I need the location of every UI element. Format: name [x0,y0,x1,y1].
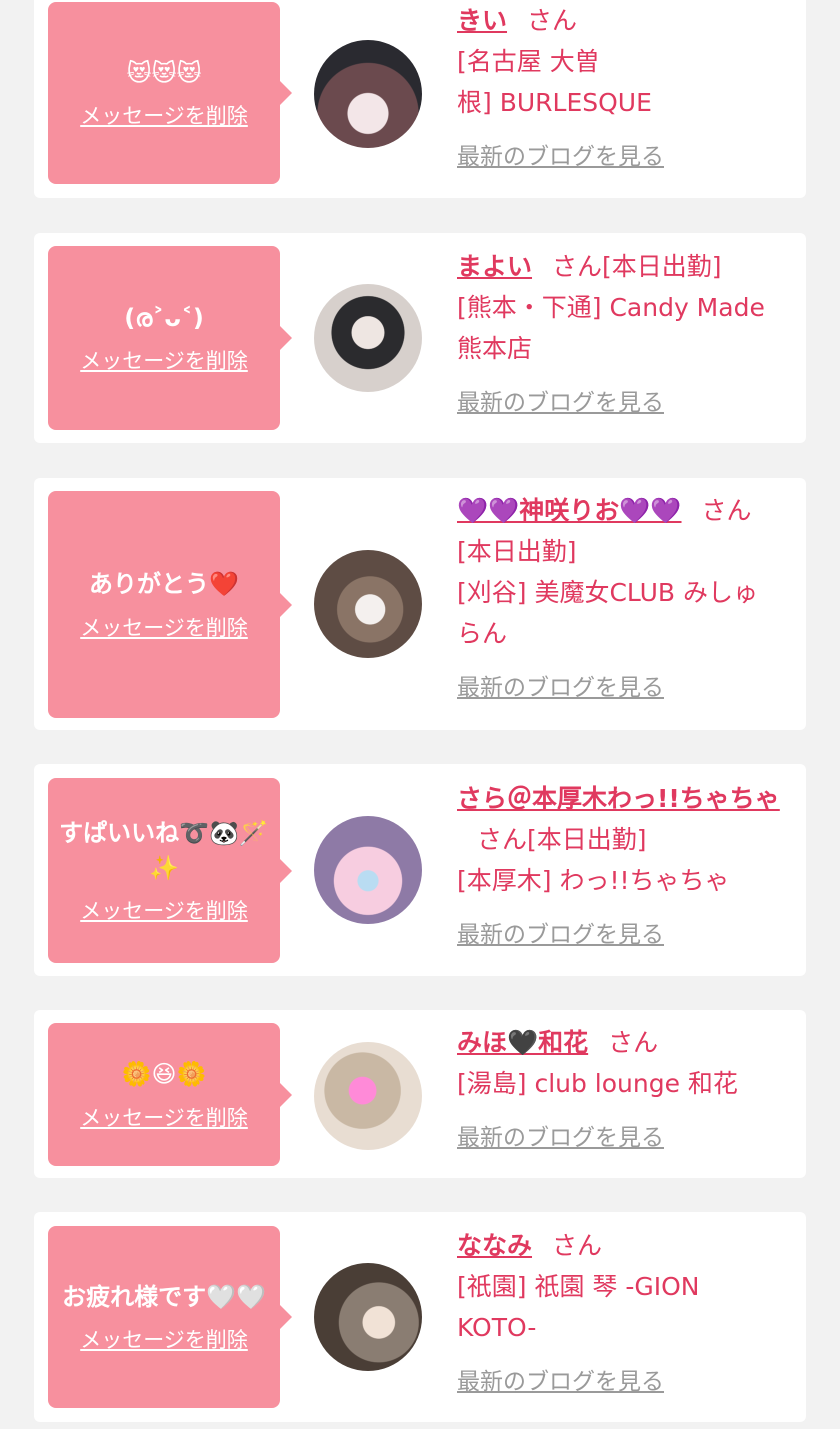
shop-line: 根] BURLESQUE [457,88,652,117]
message-bubble: すぱいいね➰🐼🪄✨ メッセージを削除 [48,778,292,963]
cast-name-link[interactable]: ななみ [457,1231,532,1260]
message-bubble: お疲れ様です🤍🤍 メッセージを削除 [48,1226,292,1408]
cast-info: さら＠本厚木わっ!!ちゃちゃさん[本日出勤] [本厚木] わっ!!ちゃちゃ 最新… [457,778,802,956]
honorific: さん [527,6,578,35]
honorific: さん[本日出勤] [552,252,722,281]
cast-info: まよい さん[本日出勤] [熊本・下通] Candy Made 熊本店 最新のブロ… [457,246,802,424]
avatar[interactable] [314,1042,422,1150]
message-bubble: ありがとう❤️ メッセージを削除 [48,491,292,718]
shop-line: [本日出勤] [457,537,577,566]
avatar[interactable] [314,550,422,658]
shop-line: [名古屋 大曽 [457,47,600,76]
cast-info: みほ🖤和花 さん [湯島] club lounge 和花 最新のブログを見る [457,1022,802,1159]
message-text: (ര˃ᴗ˂) [124,303,204,332]
delete-message-link[interactable]: メッセージを削除 [80,345,248,375]
message-card: ありがとう❤️ メッセージを削除 💜💜神咲りお💜💜 さん [本日出勤] [刈谷] … [34,478,806,730]
message-card: すぱいいね➰🐼🪄✨ メッセージを削除 さら＠本厚木わっ!!ちゃちゃさん[本日出勤… [34,764,806,976]
cast-info: ななみ さん [祇園] 祇園 琴 -GION KOTO- 最新のブログを見る [457,1225,802,1403]
honorific: さん [608,1028,659,1057]
shop-line: 熊本店 [457,334,533,363]
view-latest-blog-link[interactable]: 最新のブログを見る [457,915,664,956]
message-bubble: (ര˃ᴗ˂) メッセージを削除 [48,246,292,430]
cast-name-link[interactable]: さら＠本厚木わっ!!ちゃちゃ [457,784,780,813]
honorific: さん[本日出勤] [477,825,647,854]
message-text: ありがとう❤️ [89,570,239,599]
delete-message-link[interactable]: メッセージを削除 [80,100,248,130]
message-bubble: 😻😻😻 メッセージを削除 [48,2,292,184]
view-latest-blog-link[interactable]: 最新のブログを見る [457,137,664,178]
message-text: すぱいいね➰🐼🪄✨ [59,818,269,882]
message-card: (ര˃ᴗ˂) メッセージを削除 まよい さん[本日出勤] [熊本・下通] Cand… [34,233,806,443]
avatar[interactable] [314,40,422,148]
cast-info: きい さん [名古屋 大曽 根] BURLESQUE 最新のブログを見る [457,0,802,178]
view-latest-blog-link[interactable]: 最新のブログを見る [457,1362,664,1403]
delete-message-link[interactable]: メッセージを削除 [80,612,248,642]
honorific: さん [701,496,752,525]
shop-line: [刈谷] 美魔女CLUB みしゅ [457,578,758,607]
message-card: 😻😻😻 メッセージを削除 きい さん [名古屋 大曽 根] BURLESQUE 最… [34,0,806,198]
view-latest-blog-link[interactable]: 最新のブログを見る [457,1118,664,1159]
message-bubble: 🌼😆🌼 メッセージを削除 [48,1023,292,1166]
honorific: さん [552,1231,603,1260]
cast-name-link[interactable]: きい [457,6,507,35]
shop-line: [祇園] 祇園 琴 -GION [457,1272,700,1301]
view-latest-blog-link[interactable]: 最新のブログを見る [457,383,664,424]
delete-message-link[interactable]: メッセージを削除 [80,1102,248,1132]
shop-line: らん [457,619,508,648]
message-text: お疲れ様です🤍🤍 [62,1282,266,1311]
avatar[interactable] [314,284,422,392]
delete-message-link[interactable]: メッセージを削除 [80,895,248,925]
shop-line: KOTO- [457,1313,537,1342]
cast-name-link[interactable]: まよい [457,252,532,281]
delete-message-link[interactable]: メッセージを削除 [80,1324,248,1354]
avatar[interactable] [314,816,422,924]
message-card: 🌼😆🌼 メッセージを削除 みほ🖤和花 さん [湯島] club lounge 和花… [34,1010,806,1178]
view-latest-blog-link[interactable]: 最新のブログを見る [457,668,664,709]
avatar[interactable] [314,1263,422,1371]
shop-line: [本厚木] わっ!!ちゃちゃ [457,866,730,895]
message-card: お疲れ様です🤍🤍 メッセージを削除 ななみ さん [祇園] 祇園 琴 -GION … [34,1212,806,1422]
message-text: 😻😻😻 [126,58,202,87]
shop-line: [熊本・下通] Candy Made [457,293,765,322]
shop-line: [湯島] club lounge 和花 [457,1069,738,1098]
cast-name-link[interactable]: 💜💜神咲りお💜💜 [457,496,682,525]
cast-name-link[interactable]: みほ🖤和花 [457,1028,588,1057]
cast-info: 💜💜神咲りお💜💜 さん [本日出勤] [刈谷] 美魔女CLUB みしゅ らん 最新… [457,490,802,709]
message-text: 🌼😆🌼 [121,1060,207,1089]
